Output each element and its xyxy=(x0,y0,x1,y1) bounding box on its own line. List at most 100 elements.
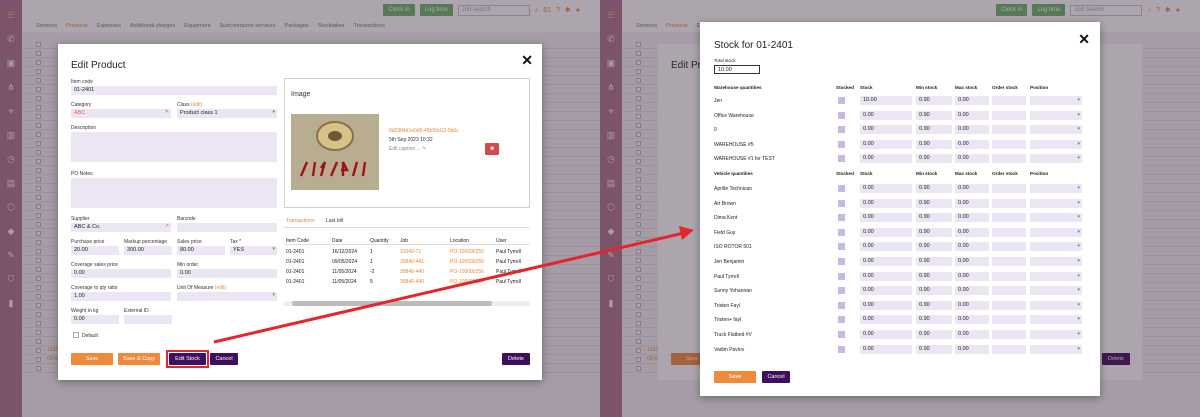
max-field[interactable]: 0.00 xyxy=(955,315,989,325)
stocked-checkbox[interactable] xyxy=(838,199,845,207)
stocked-checkbox[interactable] xyxy=(838,345,845,353)
max-field[interactable]: 0.00 xyxy=(955,213,989,223)
order-stock-field[interactable] xyxy=(992,213,1026,223)
min-field[interactable]: 0.90 xyxy=(916,330,952,339)
column-header[interactable]: Item Code xyxy=(286,238,309,244)
max-field[interactable]: 0.00 xyxy=(955,139,989,149)
min-field[interactable]: 0.90 xyxy=(916,139,952,149)
class-edit-link[interactable]: (edit) xyxy=(191,102,202,108)
table-cell[interactable]: PO-100000256 xyxy=(450,279,484,285)
order-stock-field[interactable] xyxy=(992,96,1026,105)
tab-last-bill[interactable]: Last bill xyxy=(326,218,343,224)
position-select[interactable]: ▾ xyxy=(1030,257,1082,266)
stock-field[interactable]: 0.00 xyxy=(860,154,912,164)
weight-field[interactable]: 0.00 xyxy=(71,315,119,324)
min-field[interactable]: 0.90 xyxy=(916,154,952,164)
product-photo[interactable] xyxy=(291,114,379,190)
order-stock-field[interactable] xyxy=(992,110,1026,120)
max-field[interactable]: 0.00 xyxy=(955,257,989,266)
stocked-checkbox[interactable] xyxy=(838,185,845,192)
stock-field[interactable]: 0.00 xyxy=(860,139,912,149)
total-stock-field[interactable]: 10.00 xyxy=(714,65,760,74)
stocked-checkbox[interactable] xyxy=(838,228,845,236)
position-select[interactable]: ▾ xyxy=(1030,125,1082,135)
position-select[interactable]: ▾ xyxy=(1030,227,1082,237)
stocked-checkbox[interactable] xyxy=(838,301,845,309)
close-icon[interactable]: ✕ xyxy=(521,52,533,69)
column-header[interactable]: Job xyxy=(400,238,408,244)
table-cell[interactable]: 30840-441 xyxy=(400,259,424,265)
stock-cancel-button[interactable]: Cancel xyxy=(762,371,790,383)
delete-image-button[interactable]: ■ xyxy=(485,143,499,155)
max-field[interactable]: 0.00 xyxy=(955,198,989,208)
min-field[interactable]: 0.90 xyxy=(916,96,952,105)
external-link-icon[interactable]: ⇗ xyxy=(165,223,169,230)
column-header[interactable]: Quantity xyxy=(370,238,389,244)
markup-field[interactable]: 300.00 xyxy=(124,246,172,255)
position-select[interactable]: ▾ xyxy=(1030,344,1082,354)
min-field[interactable]: 0.90 xyxy=(916,315,952,325)
min-field[interactable]: 0.90 xyxy=(916,198,952,208)
position-select[interactable]: ▾ xyxy=(1030,286,1082,296)
table-row[interactable]: 01-2401 11/05/2024 5 30840-440 PO-100000256 P… xyxy=(284,278,530,286)
min-field[interactable]: 0.90 xyxy=(916,286,952,296)
description-field[interactable] xyxy=(71,132,277,162)
stocked-checkbox[interactable] xyxy=(838,243,845,251)
min-field[interactable]: 0.90 xyxy=(916,110,952,120)
stocked-checkbox[interactable] xyxy=(838,316,845,324)
delete-button[interactable]: Delete xyxy=(502,353,530,365)
max-field[interactable]: 0.00 xyxy=(955,286,989,296)
position-select[interactable]: ▾ xyxy=(1030,315,1082,325)
cancel-button[interactable]: Cancel xyxy=(210,353,238,365)
uom-edit-link[interactable]: (edit) xyxy=(215,285,226,291)
stocked-checkbox[interactable] xyxy=(838,214,845,222)
min-field[interactable]: 0.90 xyxy=(916,213,952,223)
order-stock-field[interactable] xyxy=(992,300,1026,310)
stock-field[interactable]: 0.00 xyxy=(860,286,912,296)
position-select[interactable]: ▾ xyxy=(1030,242,1082,252)
table-row[interactable]: 01-2401 09/05/2024 1 30840-441 PO-100000256 P… xyxy=(284,258,530,266)
stock-field[interactable]: 0.00 xyxy=(860,330,912,339)
column-header[interactable]: Location xyxy=(450,238,469,244)
uom-select[interactable]: ▾ xyxy=(177,292,277,301)
order-stock-field[interactable] xyxy=(992,154,1026,164)
min-field[interactable]: 0.90 xyxy=(916,300,952,310)
position-select[interactable]: ▾ xyxy=(1030,330,1082,339)
order-stock-field[interactable] xyxy=(992,286,1026,296)
order-stock-field[interactable] xyxy=(992,198,1026,208)
image-caption[interactable]: Edit caption ... ✎ xyxy=(389,146,426,152)
barcode-field[interactable] xyxy=(177,223,277,232)
order-stock-field[interactable] xyxy=(992,242,1026,252)
position-select[interactable]: ▾ xyxy=(1030,184,1082,193)
stock-field[interactable]: 10.00 xyxy=(860,96,912,105)
table-cell[interactable]: 30840-440 xyxy=(400,279,424,285)
stocked-checkbox[interactable] xyxy=(838,126,845,134)
stock-field[interactable]: 0.00 xyxy=(860,257,912,266)
max-field[interactable]: 0.00 xyxy=(955,184,989,193)
stocked-checkbox[interactable] xyxy=(838,331,845,338)
min-field[interactable]: 0.90 xyxy=(916,271,952,281)
min-field[interactable]: 0.90 xyxy=(916,257,952,266)
item-code-field[interactable]: 01-2401 xyxy=(71,86,277,95)
max-field[interactable]: 0.00 xyxy=(955,344,989,354)
stocked-checkbox[interactable] xyxy=(838,272,845,280)
max-field[interactable]: 0.00 xyxy=(955,125,989,135)
order-stock-field[interactable] xyxy=(992,125,1026,135)
order-stock-field[interactable] xyxy=(992,344,1026,354)
stock-field[interactable]: 0.00 xyxy=(860,242,912,252)
stocked-checkbox[interactable] xyxy=(838,140,845,148)
max-field[interactable]: 0.00 xyxy=(955,330,989,339)
stocked-checkbox[interactable] xyxy=(838,258,845,265)
scrollbar-thumb[interactable] xyxy=(292,301,492,306)
image-filename[interactable]: 0d2384d1e0d5-48b59d12-5b0c xyxy=(389,128,459,134)
default-checkbox[interactable] xyxy=(73,332,79,338)
min-field[interactable]: 0.90 xyxy=(916,227,952,237)
stock-field[interactable]: 0.00 xyxy=(860,344,912,354)
max-field[interactable]: 0.00 xyxy=(955,154,989,164)
stocked-checkbox[interactable] xyxy=(838,287,845,295)
coverage-sales-field[interactable]: 0.00 xyxy=(71,269,171,278)
stock-field[interactable]: 0.00 xyxy=(860,227,912,237)
table-cell[interactable]: 30840-440 xyxy=(400,269,424,275)
order-stock-field[interactable] xyxy=(992,184,1026,193)
table-cell[interactable]: 31040-71 xyxy=(400,249,421,255)
